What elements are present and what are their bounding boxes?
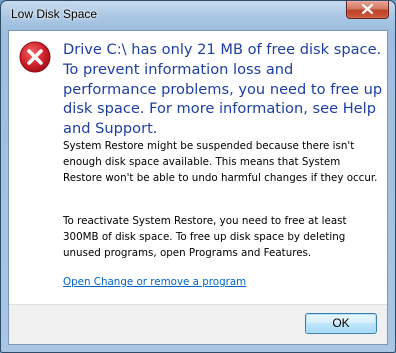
window-title: Low Disk Space: [11, 7, 98, 21]
button-bar: OK: [9, 304, 387, 344]
ok-button[interactable]: OK: [305, 313, 377, 334]
close-icon: [362, 4, 373, 14]
system-restore-warning: System Restore might be suspended becaus…: [63, 140, 378, 184]
change-remove-program-link[interactable]: Open Change or remove a program: [63, 276, 246, 288]
close-button[interactable]: [346, 1, 389, 19]
main-instruction: Drive C:\ has only 21 MB of free disk sp…: [63, 41, 383, 138]
reactivate-instructions: To reactivate System Restore, you need t…: [63, 215, 347, 259]
dialog-window: Low Disk Space Drive C:\ has only 21 MB …: [0, 0, 396, 353]
dialog-content: Drive C:\ has only 21 MB of free disk sp…: [8, 30, 388, 345]
title-bar[interactable]: Low Disk Space: [1, 1, 395, 29]
error-icon: [19, 41, 51, 73]
